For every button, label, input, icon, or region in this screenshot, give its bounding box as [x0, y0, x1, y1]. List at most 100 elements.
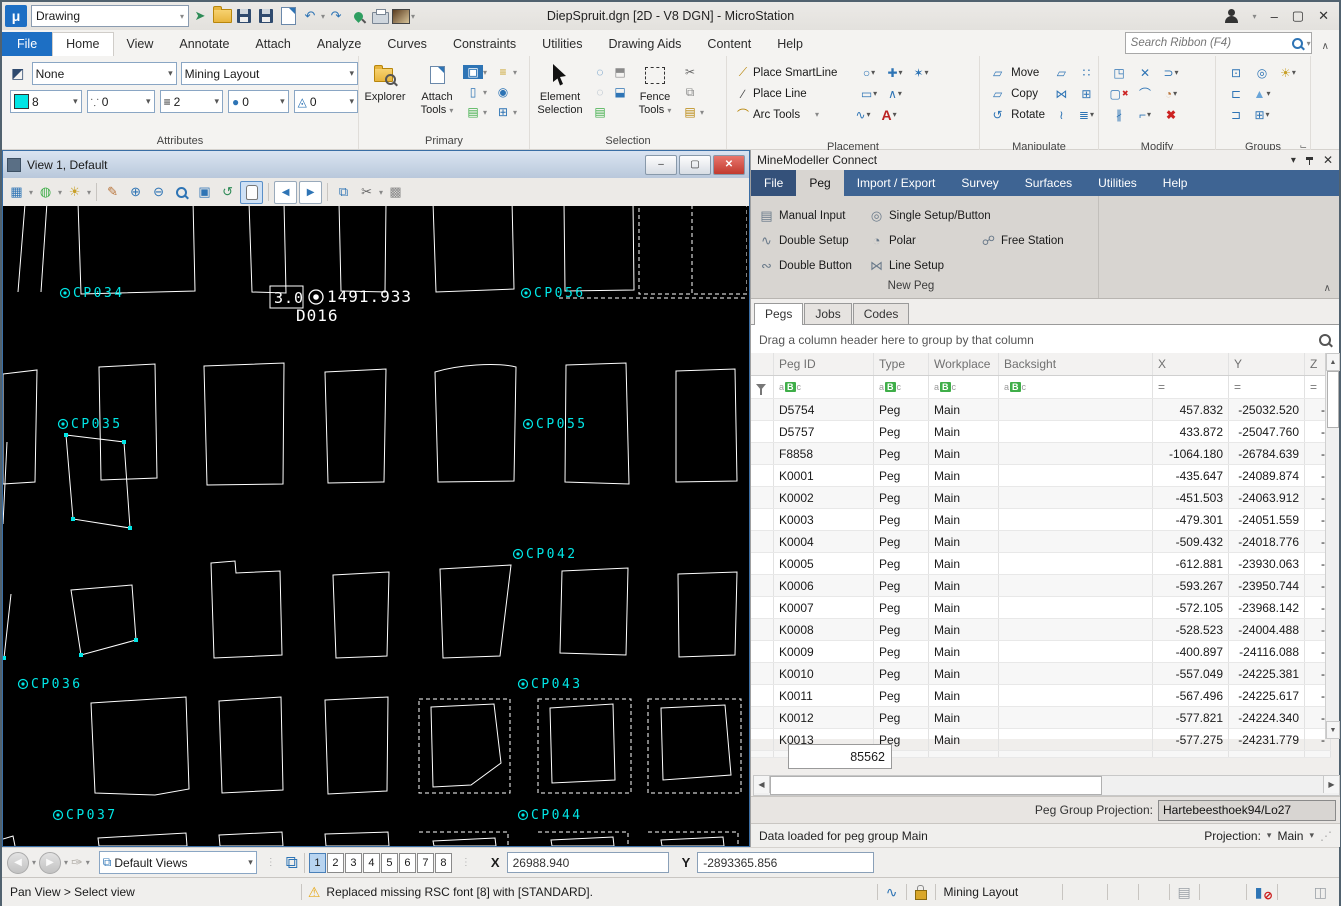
projection-value[interactable]: Hartebeesthoek94/Lo27	[1158, 800, 1336, 821]
chevron-down-icon[interactable]: ▾	[87, 188, 91, 197]
cut-icon[interactable]: ✂	[680, 65, 700, 79]
peg-label-cp037[interactable]: CP037	[54, 808, 118, 823]
extend-button[interactable]: ⊃▾	[1159, 66, 1183, 80]
save-as-icon[interactable]	[278, 6, 298, 26]
scrollbar-thumb[interactable]	[770, 776, 1102, 795]
view-close-button[interactable]: ✕	[713, 155, 745, 175]
line-weight-combo[interactable]: ≡ 2 ▾	[160, 90, 223, 113]
view-toggle-3[interactable]: 3	[345, 853, 362, 873]
view-minimize-button[interactable]: –	[645, 155, 677, 175]
mm-tab-surfaces[interactable]: Surfaces	[1012, 170, 1085, 196]
toolbar-grip[interactable]: ⋮	[461, 857, 472, 868]
group-bulb-button[interactable]: ☀▾	[1276, 66, 1300, 80]
mm-tab-survey[interactable]: Survey	[948, 170, 1011, 196]
view-back-button[interactable]: ◀	[7, 852, 29, 874]
x-coordinate-input[interactable]	[507, 852, 669, 873]
group-by-bar[interactable]: Drag a column header here to group by th…	[751, 325, 1339, 356]
search-dropdown-icon[interactable]: ▾	[1307, 39, 1311, 48]
table-filter-row[interactable]: aBcaBcaBcaBc===	[751, 376, 1331, 399]
place-curve-button[interactable]: ∿▾	[851, 108, 875, 122]
quick-access-overflow-icon[interactable]: ▾	[411, 12, 415, 21]
y-coordinate-input[interactable]	[697, 852, 874, 873]
zoom-out-icon[interactable]: ⊖	[148, 182, 169, 203]
peg-label-cp042[interactable]: CP042	[514, 547, 578, 562]
view-toggle-6[interactable]: 6	[399, 853, 416, 873]
view-title-bar[interactable]: View 1, Default – ▢ ✕	[3, 151, 749, 178]
parcel-polygon[interactable]	[433, 206, 514, 292]
command-scroll-icon[interactable]: ▤	[1178, 884, 1191, 901]
parcel-polygon[interactable]	[71, 585, 136, 655]
view-toggle-5[interactable]: 5	[381, 853, 398, 873]
search-icon[interactable]	[1319, 334, 1331, 346]
levels-icon[interactable]: ≡	[493, 65, 513, 79]
view-toggle-7[interactable]: 7	[417, 853, 434, 873]
cache-status-icon[interactable]: ◫	[1314, 884, 1327, 901]
stretch-icon[interactable]: ≀	[1050, 108, 1073, 122]
break-element-icon[interactable]: ✕	[1133, 66, 1157, 80]
minimize-button[interactable]: –	[1271, 9, 1278, 24]
align-button[interactable]: ≣▾	[1075, 108, 1098, 122]
active-element-combo[interactable]: None ▾	[32, 62, 177, 85]
parcel-polygon[interactable]	[435, 365, 516, 482]
parcel-polygon[interactable]	[78, 206, 195, 294]
tool-polar[interactable]: ◔Polar	[869, 233, 916, 248]
window-area-icon[interactable]	[171, 182, 192, 203]
rotate-view-icon[interactable]: ↺	[217, 182, 238, 203]
chevron-down-icon[interactable]: ▾	[29, 188, 33, 197]
peg-label-cp035[interactable]: CP035	[59, 417, 123, 432]
save-settings-icon[interactable]	[256, 6, 276, 26]
rotate-button[interactable]: Rotate	[1011, 109, 1048, 121]
open-folder-icon[interactable]	[212, 6, 232, 26]
parcel-polygon[interactable]	[66, 435, 130, 528]
parcel-polygon[interactable]	[339, 206, 386, 292]
maximize-button[interactable]: ▢	[1292, 8, 1304, 24]
tool-line-setup[interactable]: ⋈Line Setup	[869, 258, 944, 274]
chevron-down-icon[interactable]: ▾	[483, 88, 493, 97]
chevron-down-icon[interactable]: ▾	[86, 858, 90, 867]
insert-vertex-icon[interactable]: ∦	[1107, 108, 1131, 122]
parcel-polygon[interactable]	[249, 206, 286, 293]
chevron-down-icon[interactable]: ▾	[1267, 830, 1272, 841]
tool-double-setup[interactable]: ∿Double Setup	[759, 233, 849, 249]
subtab-pegs[interactable]: Pegs	[754, 303, 803, 325]
tab-view[interactable]: View	[114, 33, 167, 56]
parcel-polygon-dashed[interactable]	[639, 206, 692, 294]
tab-content[interactable]: Content	[694, 33, 764, 56]
scroll-down-icon[interactable]: ▼	[1326, 721, 1340, 739]
move-parallel-icon[interactable]: ▱	[1050, 66, 1073, 80]
peg-label-cp036[interactable]: CP036	[19, 677, 83, 692]
table-row[interactable]: D5754 Peg Main 457.832 -25032.520 -	[751, 399, 1331, 421]
parcel-polygon[interactable]	[325, 369, 386, 483]
numeric-filter-icon[interactable]: =	[1229, 376, 1305, 398]
drop-element-icon[interactable]: ⊡	[1224, 66, 1248, 80]
scroll-left-icon[interactable]: ◀	[754, 776, 770, 793]
save-icon[interactable]	[234, 6, 254, 26]
close-button[interactable]: ✕	[1318, 8, 1329, 24]
parcel-polygon[interactable]	[433, 838, 496, 846]
dimension-annotation[interactable]: 3.0 1491.933 D016	[270, 286, 412, 325]
parcel-polygon[interactable]	[560, 568, 628, 655]
table-row[interactable]: K0005 Peg Main -612.881 -23930.063 -	[751, 553, 1331, 575]
ribbon-collapse-icon[interactable]: ∧	[1322, 41, 1329, 52]
vertical-scrollbar[interactable]: ▲ ▼	[1325, 353, 1339, 739]
delete-icon[interactable]: ✖	[1159, 108, 1183, 122]
pan-view-icon[interactable]	[240, 181, 263, 204]
view-group-combo[interactable]: ⧉ Default Views ▾	[99, 851, 257, 874]
view-toggle-1[interactable]: 1	[309, 853, 326, 873]
fillet-icon[interactable]: ⌒	[1133, 85, 1157, 102]
table-row[interactable]: K0002 Peg Main -451.503 -24063.912 -	[751, 487, 1331, 509]
graphic-group-button[interactable]: ⊞▾	[1250, 108, 1274, 122]
peg-label-cp043[interactable]: CP043	[519, 677, 583, 692]
undo-icon[interactable]: ↶	[300, 6, 320, 26]
table-row[interactable]: K0006 Peg Main -593.267 -23950.744 -	[751, 575, 1331, 597]
chevron-down-icon[interactable]: ▾	[700, 108, 710, 117]
place-smartline-button[interactable]: Place SmartLine	[753, 67, 855, 79]
active-level-indicator[interactable]: Mining Layout	[944, 885, 1054, 899]
active-element-icon[interactable]: ◩	[8, 65, 28, 82]
pan-tool-icon[interactable]: ✑	[71, 854, 83, 871]
peg-label-cp055[interactable]: CP055	[524, 417, 588, 432]
array-circles-icon[interactable]: ∷	[1075, 66, 1098, 80]
delete-part-icon[interactable]: ▢✖	[1107, 87, 1131, 101]
place-text-button[interactable]: A▾	[877, 107, 901, 123]
chevron-down-icon[interactable]: ▾	[58, 188, 62, 197]
